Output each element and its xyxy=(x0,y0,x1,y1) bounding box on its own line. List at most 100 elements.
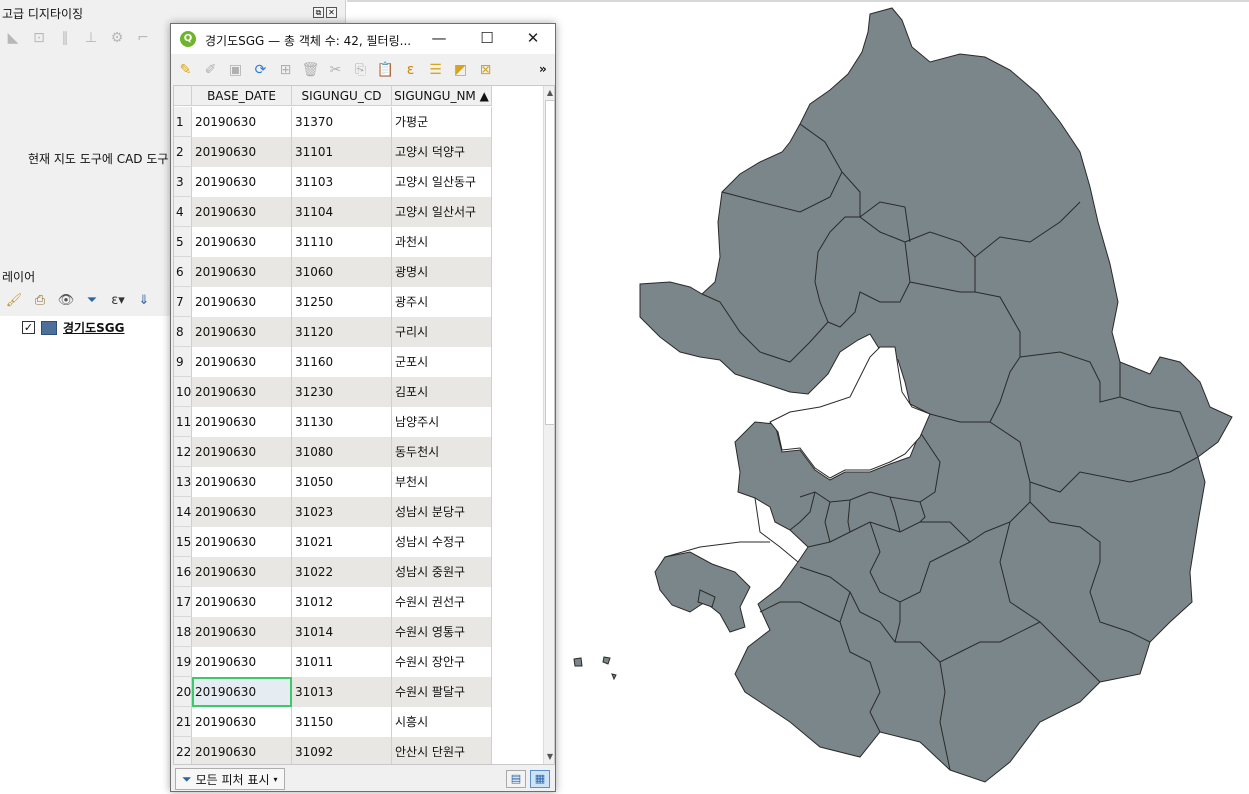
table-cell[interactable]: 고양시 덕양구 xyxy=(392,137,492,167)
copy-icon[interactable]: ⎘ xyxy=(350,60,371,80)
table-cell[interactable]: 20190630 xyxy=(192,377,292,407)
delete-feature-icon[interactable]: 🗑 xyxy=(300,60,321,80)
table-row[interactable]: 10 20190630 31230 김포시 xyxy=(174,377,492,407)
row-number[interactable]: 8 xyxy=(174,317,192,346)
layer-styling-brush-icon[interactable]: 🖌 xyxy=(2,290,26,310)
table-cell[interactable]: 20190630 xyxy=(192,557,292,587)
add-feature-icon[interactable]: ⊞ xyxy=(275,60,296,80)
table-cell[interactable]: 20190630 xyxy=(192,617,292,647)
table-row[interactable]: 22 20190630 31092 안산시 단원구 xyxy=(174,737,492,764)
table-cell[interactable]: 시흥시 xyxy=(392,707,492,737)
table-row[interactable]: 16 20190630 31022 성남시 중원구 xyxy=(174,557,492,587)
minimize-button[interactable]: — xyxy=(425,29,453,49)
parallel-icon[interactable]: ∥ xyxy=(54,28,76,48)
row-number[interactable]: 22 xyxy=(174,737,192,764)
table-row[interactable]: 19 20190630 31011 수원시 장안구 xyxy=(174,647,492,677)
table-cell[interactable]: 20190630 xyxy=(192,707,292,737)
row-number[interactable]: 1 xyxy=(174,107,192,136)
vertical-scrollbar[interactable]: ▲ ▼ xyxy=(543,86,554,764)
table-cell[interactable]: 31021 xyxy=(292,527,392,557)
table-cell[interactable]: 31103 xyxy=(292,167,392,197)
table-cell[interactable]: 31160 xyxy=(292,347,392,377)
table-cell[interactable]: 20190630 xyxy=(192,257,292,287)
table-cell[interactable]: 동두천시 xyxy=(392,437,492,467)
maximize-button[interactable]: ☐ xyxy=(473,29,501,49)
table-cell[interactable]: 20190630 xyxy=(192,647,292,677)
row-number[interactable]: 5 xyxy=(174,227,192,256)
table-row[interactable]: 12 20190630 31080 동두천시 xyxy=(174,437,492,467)
corner-select-all[interactable] xyxy=(174,86,192,106)
table-cell[interactable]: 20190630 xyxy=(192,107,292,137)
row-number[interactable]: 20 xyxy=(174,677,192,706)
table-cell[interactable]: 구리시 xyxy=(392,317,492,347)
row-number[interactable]: 15 xyxy=(174,527,192,556)
table-cell[interactable]: 군포시 xyxy=(392,347,492,377)
table-cell[interactable]: 고양시 일산동구 xyxy=(392,167,492,197)
table-cell[interactable]: 31011 xyxy=(292,647,392,677)
column-header-sigungu-nm[interactable]: SIGUNGU_NM ▲ xyxy=(392,86,492,106)
table-row[interactable]: 11 20190630 31130 남양주시 xyxy=(174,407,492,437)
table-cell[interactable]: 광명시 xyxy=(392,257,492,287)
deselect-all-icon[interactable]: ⊠ xyxy=(475,60,496,80)
table-cell[interactable]: 20190630 xyxy=(192,407,292,437)
table-cell[interactable]: 20190630 xyxy=(192,677,292,707)
save-edits-icon[interactable]: ▣ xyxy=(225,60,246,80)
table-cell[interactable]: 20190630 xyxy=(192,317,292,347)
table-row[interactable]: 7 20190630 31250 광주시 xyxy=(174,287,492,317)
table-cell[interactable]: 김포시 xyxy=(392,377,492,407)
float-panel-button[interactable]: ⧉ xyxy=(313,7,324,18)
table-cell[interactable]: 20190630 xyxy=(192,287,292,317)
scroll-thumb[interactable] xyxy=(545,100,554,425)
table-cell[interactable]: 20190630 xyxy=(192,227,292,257)
table-cell[interactable]: 과천시 xyxy=(392,227,492,257)
table-row[interactable]: 13 20190630 31050 부천시 xyxy=(174,467,492,497)
cut-icon[interactable]: ✂ xyxy=(325,60,346,80)
form-view-button[interactable]: ▤ xyxy=(506,770,526,788)
table-row[interactable]: 2 20190630 31101 고양시 덕양구 xyxy=(174,137,492,167)
table-cell[interactable]: 수원시 장안구 xyxy=(392,647,492,677)
table-cell[interactable]: 31250 xyxy=(292,287,392,317)
row-number[interactable]: 11 xyxy=(174,407,192,436)
table-row[interactable]: 9 20190630 31160 군포시 xyxy=(174,347,492,377)
table-row[interactable]: 20 20190630 31013 수원시 팔달구 xyxy=(174,677,492,707)
table-cell[interactable]: 수원시 권선구 xyxy=(392,587,492,617)
row-number[interactable]: 3 xyxy=(174,167,192,196)
filter-legend-funnel-icon[interactable]: ⏷ xyxy=(80,290,104,310)
table-cell[interactable]: 20190630 xyxy=(192,497,292,527)
table-row[interactable]: 1 20190630 31370 가평군 xyxy=(174,107,492,137)
table-cell[interactable]: 가평군 xyxy=(392,107,492,137)
expand-all-icon[interactable]: ⇓ xyxy=(132,290,156,310)
row-number[interactable]: 16 xyxy=(174,557,192,586)
table-row[interactable]: 17 20190630 31012 수원시 권선구 xyxy=(174,587,492,617)
table-cell[interactable]: 수원시 팔달구 xyxy=(392,677,492,707)
table-row[interactable]: 21 20190630 31150 시흥시 xyxy=(174,707,492,737)
column-header-base-date[interactable]: BASE_DATE xyxy=(192,86,292,106)
table-row[interactable]: 15 20190630 31021 성남시 수정구 xyxy=(174,527,492,557)
table-cell[interactable]: 31150 xyxy=(292,707,392,737)
close-window-button[interactable]: ✕ xyxy=(519,29,547,49)
table-cell[interactable]: 31230 xyxy=(292,377,392,407)
table-cell[interactable]: 성남시 분당구 xyxy=(392,497,492,527)
table-cell[interactable]: 20190630 xyxy=(192,587,292,617)
table-cell[interactable]: 안산시 단원구 xyxy=(392,737,492,764)
row-number[interactable]: 2 xyxy=(174,137,192,166)
table-cell[interactable]: 20190630 xyxy=(192,197,292,227)
table-cell[interactable]: 20190630 xyxy=(192,437,292,467)
table-cell[interactable]: 31370 xyxy=(292,107,392,137)
snap-icon[interactable]: ⌐ xyxy=(132,28,154,48)
table-row[interactable]: 5 20190630 31110 과천시 xyxy=(174,227,492,257)
table-cell[interactable]: 31023 xyxy=(292,497,392,527)
table-cell[interactable]: 31101 xyxy=(292,137,392,167)
cad-enable-icon[interactable]: ◣ xyxy=(2,28,24,48)
table-row[interactable]: 3 20190630 31103 고양시 일산동구 xyxy=(174,167,492,197)
filter-expression-icon[interactable]: ε▾ xyxy=(106,290,130,310)
table-cell[interactable]: 고양시 일산서구 xyxy=(392,197,492,227)
layer-item[interactable]: ✓ 경기도SGG xyxy=(22,319,124,336)
table-cell[interactable]: 20190630 xyxy=(192,737,292,764)
window-titlebar[interactable]: Q 경기도SGG — 총 객체 수: 42, 필터링... — ☐ ✕ xyxy=(171,24,555,54)
paste-icon[interactable]: 📋 xyxy=(375,60,396,80)
row-number[interactable]: 13 xyxy=(174,467,192,496)
table-cell[interactable]: 20190630 xyxy=(192,137,292,167)
scroll-up-arrow-icon[interactable]: ▲ xyxy=(544,86,554,100)
table-cell[interactable]: 20190630 xyxy=(192,527,292,557)
